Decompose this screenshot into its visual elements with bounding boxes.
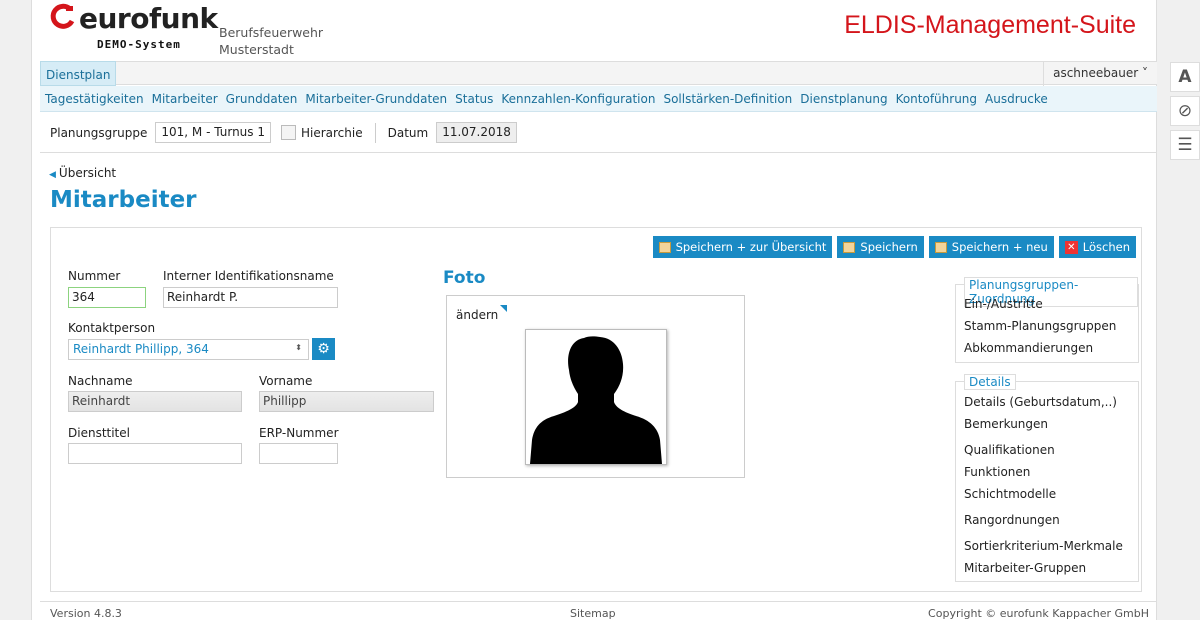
save-button[interactable]: Speichern (837, 236, 924, 258)
organization-name: Berufsfeuerwehr Musterstadt (219, 24, 323, 58)
kontakt-value: Reinhardt Phillipp, 364 (73, 342, 209, 356)
nachname-label: Nachname (68, 374, 133, 388)
module-navbar: Dienstplan aschneebauer ˅ (40, 61, 1157, 86)
side-link-funktionen[interactable]: Funktionen (964, 465, 1030, 479)
logo-text: eurofunk (79, 2, 218, 35)
user-menu[interactable]: aschneebauer ˅ (1043, 61, 1157, 86)
menu-item-sollstaerken[interactable]: Sollstärken-Definition (663, 92, 792, 106)
employee-panel: Speichern + zur Übersicht Speichern Spei… (50, 227, 1142, 592)
select-caret-icon: ⬍ (295, 343, 302, 352)
side-link-abkommandierungen[interactable]: Abkommandierungen (964, 341, 1093, 355)
nummer-input[interactable]: 364 (68, 287, 146, 308)
diensttitel-input[interactable] (68, 443, 242, 464)
list-toggle-button[interactable]: ☰ (1170, 130, 1200, 160)
divider (374, 122, 376, 143)
eye-slash-icon: ⊘ (1177, 101, 1193, 121)
org-line-2: Musterstadt (219, 42, 294, 57)
save-label: Speichern (860, 240, 918, 254)
footer: Version 4.8.3 Sitemap Copyright © eurofu… (40, 601, 1157, 620)
back-label: Übersicht (58, 166, 117, 180)
save-overview-button[interactable]: Speichern + zur Übersicht (652, 236, 833, 258)
version-text: Version 4.8.3 (50, 607, 122, 620)
foto-box: ändern (446, 295, 745, 478)
save-icon (843, 241, 856, 253)
save-new-button[interactable]: Speichern + neu (928, 236, 1054, 258)
save-icon (658, 241, 671, 253)
side-link-bemerkungen[interactable]: Bemerkungen (964, 417, 1048, 431)
datum-label: Datum (387, 125, 429, 140)
hierarchie-label: Hierarchie (300, 125, 363, 140)
vorname-label: Vorname (259, 374, 313, 388)
logo-subtitle: DEMO-System (97, 38, 181, 51)
logo-mark-icon (50, 3, 75, 29)
diensttitel-label: Diensttitel (68, 426, 130, 440)
menu-item-kontofuehrung[interactable]: Kontoführung (896, 92, 977, 106)
save-overview-label: Speichern + zur Übersicht (675, 240, 827, 254)
save-icon (934, 241, 947, 253)
planungsgruppen-group: Planungsgruppen-Zuordnung Ein-/Austritte… (955, 277, 1139, 363)
delete-label: Löschen (1082, 240, 1130, 254)
org-line-1: Berufsfeuerwehr (219, 25, 324, 40)
person-silhouette-icon (530, 336, 662, 464)
side-link-stamm-planungsgruppen[interactable]: Stamm-Planungsgruppen (964, 319, 1116, 333)
erp-input[interactable] (259, 443, 338, 464)
datum-field[interactable]: 11.07.2018 (436, 122, 517, 143)
side-link-sortierkriterium[interactable]: Sortierkriterium-Merkmale (964, 539, 1123, 553)
menu-item-mitarbeiter-grunddaten[interactable]: Mitarbeiter-Grunddaten (305, 92, 447, 106)
change-photo-label: ändern (456, 308, 499, 322)
erp-label: ERP-Nummer (259, 426, 339, 440)
details-group: Details Details (Geburtsdatum,..) Bemerk… (955, 374, 1139, 582)
nummer-label: Nummer (68, 269, 121, 283)
save-new-label: Speichern + neu (951, 240, 1048, 254)
menu-item-kennzahlen[interactable]: Kennzahlen-Konfiguration (501, 92, 655, 106)
hierarchie-checkbox[interactable] (280, 125, 296, 140)
page-container: eurofunk DEMO-System Berufsfeuerwehr Mus… (31, 0, 1157, 620)
side-link-mitarbeiter-gruppen[interactable]: Mitarbeiter-Gruppen (964, 561, 1086, 575)
font-size-button[interactable]: A (1170, 62, 1200, 92)
side-link-schichtmodelle[interactable]: Schichtmodelle (964, 487, 1056, 501)
menu-item-tagestaetigkeiten[interactable]: Tagestätigkeiten (45, 92, 144, 106)
menu-item-ausdrucke[interactable]: Ausdrucke (985, 92, 1048, 106)
side-link-details[interactable]: Details (Geburtsdatum,..) (964, 395, 1117, 409)
kontakt-label: Kontaktperson (68, 321, 156, 335)
suite-title: ELDIS-Management-Suite (844, 11, 1136, 39)
side-link-qualifikationen[interactable]: Qualifikationen (964, 443, 1055, 457)
side-link-ein-austritte[interactable]: Ein-/Austritte (964, 297, 1043, 311)
copyright-text: Copyright © eurofunk Kappacher GmbH (928, 607, 1149, 620)
menu-item-mitarbeiter[interactable]: Mitarbeiter (152, 92, 218, 106)
hide-button[interactable]: ⊘ (1170, 96, 1200, 126)
change-photo-link[interactable]: ändern (456, 305, 508, 322)
gear-button[interactable]: ⚙ (312, 338, 335, 360)
page-title: Mitarbeiter (50, 187, 197, 213)
vorname-input[interactable]: Phillipp (259, 391, 434, 412)
tab-dienstplan[interactable]: Dienstplan (40, 61, 117, 86)
sitemap-link[interactable]: Sitemap (570, 607, 616, 620)
action-toolbar: Speichern + zur Übersicht Speichern Spei… (648, 236, 1136, 258)
back-link[interactable]: ◀ Übersicht (49, 166, 116, 180)
menu-item-status[interactable]: Status (455, 92, 493, 106)
corner-marker-icon (500, 305, 508, 312)
filter-bar: Planungsgruppe 101, M - Turnus 1 Hierarc… (40, 113, 1157, 153)
list-indent-icon: ☰ (1177, 135, 1193, 155)
gear-icon: ⚙ (317, 341, 330, 357)
delete-button[interactable]: ✕ Löschen (1058, 236, 1136, 258)
planungsgruppe-select[interactable]: 101, M - Turnus 1 (155, 122, 271, 143)
nachname-input[interactable]: Reinhardt (68, 391, 242, 412)
user-name: aschneebauer (1053, 66, 1139, 80)
menu-item-grunddaten[interactable]: Grunddaten (226, 92, 298, 106)
foto-heading: Foto (443, 268, 486, 288)
profile-photo (525, 329, 667, 465)
kontakt-select[interactable]: Reinhardt Phillipp, 364 ⬍ (68, 339, 309, 360)
delete-icon: ✕ (1064, 240, 1078, 254)
planungsgruppe-label: Planungsgruppe (50, 125, 148, 140)
intern-input[interactable]: Reinhardt P. (163, 287, 338, 308)
intern-label: Interner Identifikationsname (163, 269, 334, 283)
details-title: Details (964, 374, 1016, 390)
main-menu: Tagestätigkeiten Mitarbeiter Grunddaten … (40, 86, 1157, 112)
chevron-left-icon: ◀ (49, 170, 56, 180)
chevron-down-icon: ˅ (1142, 66, 1148, 80)
side-link-rangordnungen[interactable]: Rangordnungen (964, 513, 1060, 527)
menu-item-dienstplanung[interactable]: Dienstplanung (800, 92, 887, 106)
font-size-icon: A (1178, 67, 1192, 87)
